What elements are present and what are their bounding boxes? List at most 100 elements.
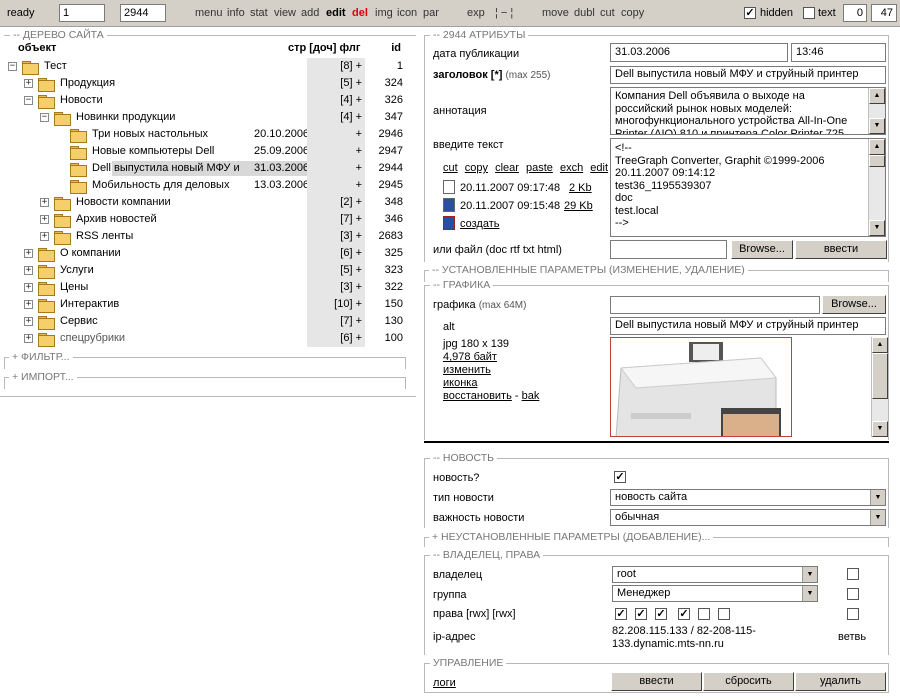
- expand-icon[interactable]: +: [24, 266, 33, 275]
- graphics-browse-button[interactable]: Browse...: [822, 295, 886, 314]
- menu-link-par[interactable]: par: [423, 7, 439, 19]
- collapse-icon[interactable]: −: [24, 96, 33, 105]
- tree-row[interactable]: + О компании [6] + 325: [4, 245, 415, 262]
- clear-link[interactable]: clear: [495, 162, 519, 174]
- scroll-up-icon[interactable]: ▲: [869, 139, 885, 155]
- expand-icon[interactable]: +: [24, 334, 33, 343]
- tree-row[interactable]: − Новости [4] + 326: [4, 92, 415, 109]
- content-textarea[interactable]: <!-- TreeGraph Converter, Graphit ©1999-…: [610, 138, 886, 237]
- scroll-down-icon[interactable]: ▼: [869, 118, 885, 134]
- browse-button[interactable]: Browse...: [731, 240, 793, 259]
- menu-link-copy[interactable]: copy: [621, 7, 644, 19]
- tree-item-label[interactable]: Архив новостей: [76, 211, 157, 228]
- tree-row[interactable]: + Продукция [5] + 324: [4, 75, 415, 92]
- tree-item-count[interactable]: [3] +: [307, 279, 365, 296]
- import-section[interactable]: + ИМПОРТ...: [4, 371, 406, 389]
- title-input[interactable]: Dell выпустила новый МФУ и струйный прин…: [610, 66, 886, 84]
- reset-button[interactable]: сбросить: [703, 672, 794, 691]
- text-checkbox[interactable]: [803, 7, 815, 19]
- bak-link[interactable]: bak: [522, 390, 540, 402]
- owner-branch-checkbox[interactable]: [847, 568, 859, 580]
- tree-item-label[interactable]: Новости компании: [76, 194, 171, 211]
- chevron-down-icon[interactable]: ▼: [802, 586, 817, 601]
- expand-icon[interactable]: +: [24, 317, 33, 326]
- menu-link-stat[interactable]: stat: [250, 7, 268, 19]
- tree-item-count[interactable]: [6] +: [307, 330, 365, 347]
- menu-link-dubl[interactable]: dubl: [574, 7, 595, 19]
- scroll-up-icon[interactable]: ▲: [869, 88, 885, 104]
- tree-item-label[interactable]: Dell выпустила новый МФУ и: [92, 160, 240, 177]
- params-set-section[interactable]: -- УСТАНОВЛЕННЫЕ ПАРАМЕТРЫ (ИЗМЕНЕНИЕ, У…: [424, 264, 889, 282]
- tree-item-label[interactable]: Услуги: [60, 262, 94, 279]
- tree-item-count[interactable]: [10] +: [307, 296, 365, 313]
- menu-link-icon[interactable]: icon: [397, 7, 417, 19]
- menu-link-info[interactable]: info: [227, 7, 245, 19]
- tree-item-label[interactable]: Новые компьютеры Dell: [92, 143, 214, 160]
- params-unset-section[interactable]: + НЕУСТАНОВЛЕННЫЕ ПАРАМЕТРЫ (ДОБАВЛЕНИЕ)…: [424, 531, 889, 547]
- tree-item-count[interactable]: [5] +: [307, 75, 365, 92]
- cut-link[interactable]: cut: [443, 162, 458, 174]
- alt-input[interactable]: Dell выпустила новый МФУ и струйный прин…: [610, 317, 886, 335]
- scroll-up-icon[interactable]: ▲: [872, 337, 888, 353]
- id-input[interactable]: 2944: [120, 4, 166, 22]
- restore-link[interactable]: восстановить: [443, 390, 512, 402]
- collapse-icon[interactable]: −: [40, 113, 49, 122]
- tree-item-label[interactable]: спецрубрики: [60, 330, 125, 347]
- file1-size-link[interactable]: 2 Kb: [569, 181, 592, 195]
- image-size-link[interactable]: 4,978 байт: [443, 350, 497, 364]
- image-scrollbar[interactable]: ▲ ▼: [871, 337, 888, 437]
- expand-icon[interactable]: +: [40, 232, 49, 241]
- tree-item-count[interactable]: [3] +: [307, 228, 365, 245]
- menu-link-add[interactable]: add: [301, 7, 319, 19]
- file-input[interactable]: [610, 240, 727, 259]
- tree-item-label[interactable]: Продукция: [60, 75, 115, 92]
- submit-text-button[interactable]: ввести: [795, 240, 887, 259]
- tree-row[interactable]: Три новых настольных 20.10.2006 +2946: [4, 126, 415, 143]
- tree-item-count[interactable]: +: [307, 126, 365, 143]
- delete-button[interactable]: удалить: [795, 672, 886, 691]
- tree-item-count[interactable]: +: [307, 143, 365, 160]
- params-set-title[interactable]: -- УСТАНОВЛЕННЫЕ ПАРАМЕТРЫ (ИЗМЕНЕНИЕ, У…: [429, 264, 748, 276]
- menu-link-cut[interactable]: cut: [600, 7, 615, 19]
- exch-link[interactable]: exch: [560, 162, 583, 174]
- copy-link[interactable]: copy: [465, 162, 488, 174]
- expand-icon[interactable]: +: [24, 300, 33, 309]
- tree-item-count[interactable]: [7] +: [307, 313, 365, 330]
- tree-row[interactable]: Новые компьютеры Dell 25.09.2006 +2947: [4, 143, 415, 160]
- tree-row[interactable]: + RSS ленты [3] + 2683: [4, 228, 415, 245]
- submit-button[interactable]: ввести: [611, 672, 702, 691]
- collapse-icon[interactable]: −: [8, 62, 17, 71]
- scroll-down-icon[interactable]: ▼: [869, 220, 885, 236]
- tree-item-count[interactable]: [8] +: [307, 58, 365, 75]
- tree-row[interactable]: − Тест [8] + 1: [4, 58, 415, 75]
- logs-link[interactable]: логи: [433, 676, 456, 690]
- menu-link-img[interactable]: img: [375, 7, 393, 19]
- tree-item-label[interactable]: Интерактив: [60, 296, 119, 313]
- expand-icon[interactable]: +: [24, 249, 33, 258]
- import-title[interactable]: + ИМПОРТ...: [9, 371, 77, 383]
- tree-item-label[interactable]: О компании: [60, 245, 121, 262]
- icon-link[interactable]: иконка: [443, 376, 477, 390]
- is-news-checkbox[interactable]: ✓: [614, 471, 626, 483]
- tree-item-label[interactable]: Цены: [60, 279, 88, 296]
- tree-row[interactable]: + Архив новостей [7] + 346: [4, 211, 415, 228]
- group-select[interactable]: Менеджер ▼: [612, 585, 818, 602]
- tree-item-label[interactable]: RSS ленты: [76, 228, 133, 245]
- tree-item-count[interactable]: [2] +: [307, 194, 365, 211]
- right-group-x-checkbox[interactable]: [718, 608, 730, 620]
- tree-row[interactable]: + Интерактив [10] + 150: [4, 296, 415, 313]
- expand-icon[interactable]: +: [24, 79, 33, 88]
- pubtime-input[interactable]: 13:46: [791, 43, 886, 62]
- hidden-checkbox[interactable]: ✓: [744, 7, 756, 19]
- tree-row[interactable]: + Услуги [5] + 323: [4, 262, 415, 279]
- tree-item-label[interactable]: Новости: [60, 92, 103, 109]
- scroll-thumb[interactable]: [872, 353, 888, 399]
- tree-item-label[interactable]: Тест: [44, 58, 67, 75]
- news-type-select[interactable]: новость сайта ▼: [610, 489, 886, 506]
- group-branch-checkbox[interactable]: [847, 588, 859, 600]
- owner-select[interactable]: root ▼: [612, 566, 818, 583]
- tree-item-count[interactable]: +: [307, 160, 365, 177]
- tree-row[interactable]: + Сервис [7] + 130: [4, 313, 415, 330]
- create-link[interactable]: создать: [460, 217, 499, 231]
- paste-link[interactable]: paste: [526, 162, 553, 174]
